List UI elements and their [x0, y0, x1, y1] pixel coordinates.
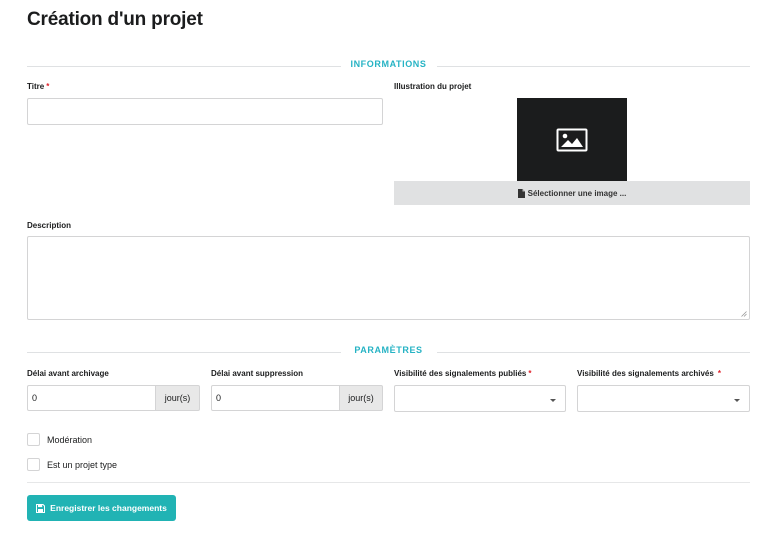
- template-checkbox-row[interactable]: Est un projet type: [27, 458, 117, 471]
- select-image-label: Sélectionner une image ...: [527, 188, 627, 198]
- description-label: Description: [27, 221, 72, 230]
- delete-delay-input[interactable]: 0: [211, 385, 340, 411]
- title-input[interactable]: [27, 98, 383, 125]
- illustration-label: Illustration du projet: [394, 82, 472, 91]
- section-informations: INFORMATIONS: [27, 59, 750, 73]
- description-textarea[interactable]: [27, 236, 750, 320]
- section-parametres: PARAMÈTRES: [27, 345, 750, 359]
- visibility-published-label: Visibilité des signalements publiés *: [394, 369, 532, 378]
- visibility-archived-select[interactable]: [577, 385, 750, 412]
- image-preview: [517, 98, 627, 181]
- required-marker: *: [528, 369, 532, 378]
- archive-delay-unit: jour(s): [156, 385, 200, 411]
- section-informations-label: INFORMATIONS: [350, 59, 427, 69]
- title-field-label: Titre *: [27, 82, 50, 91]
- delete-delay-label: Délai avant suppression: [211, 369, 304, 378]
- save-changes-button[interactable]: Enregistrer les changements: [27, 495, 176, 521]
- floppy-disk-icon: [36, 503, 46, 513]
- divider: [27, 482, 750, 483]
- template-checkbox[interactable]: [27, 458, 40, 471]
- dropdown-caret-icon: [550, 399, 556, 402]
- resize-grip-icon[interactable]: [741, 311, 747, 317]
- archive-delay-label: Délai avant archivage: [27, 369, 109, 378]
- page-title: Création d'un projet: [27, 9, 203, 30]
- select-image-button[interactable]: Sélectionner une image ...: [394, 181, 750, 205]
- moderation-checkbox[interactable]: [27, 433, 40, 446]
- image-icon: [556, 128, 588, 151]
- moderation-label: Modération: [47, 434, 93, 445]
- required-marker: *: [717, 369, 721, 378]
- section-parametres-label: PARAMÈTRES: [354, 345, 423, 355]
- visibility-archived-label: Visibilité des signalements archivés *: [577, 369, 721, 378]
- delete-delay-unit: jour(s): [340, 385, 383, 411]
- archive-delay-input[interactable]: 0: [27, 385, 156, 411]
- required-marker: *: [46, 82, 50, 91]
- moderation-checkbox-row[interactable]: Modération: [27, 433, 92, 446]
- file-icon: [517, 188, 525, 198]
- save-changes-label: Enregistrer les changements: [50, 503, 167, 513]
- visibility-published-select[interactable]: [394, 385, 566, 412]
- template-label: Est un projet type: [47, 459, 118, 470]
- dropdown-caret-icon: [734, 399, 740, 402]
